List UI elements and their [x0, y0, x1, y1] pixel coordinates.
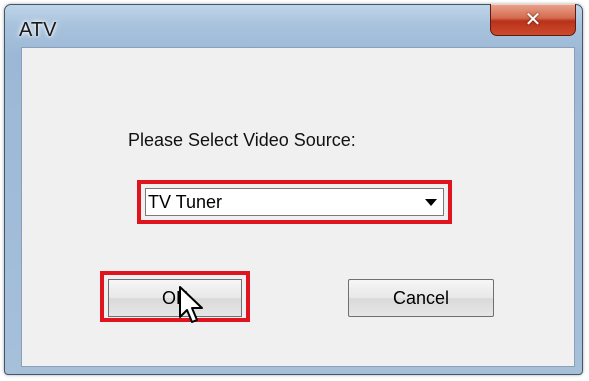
close-button[interactable]: ✕ — [490, 4, 576, 36]
close-icon: ✕ — [524, 7, 542, 31]
title-bar[interactable]: ATV ✕ — [5, 4, 582, 45]
video-source-dropdown-button[interactable] — [418, 190, 442, 214]
mouse-pointer-icon — [179, 286, 203, 323]
ok-button-highlight: OK — [100, 271, 250, 322]
window-title: ATV — [19, 19, 57, 41]
ok-button[interactable]: OK — [108, 279, 242, 317]
dialog-window: ATV ✕ Please Select Video Source: TV Tun… — [4, 4, 583, 375]
video-source-prompt: Please Select Video Source: — [128, 130, 356, 150]
video-source-highlight: TV Tuner — [137, 180, 452, 224]
dialog-body: Please Select Video Source: TV Tuner OK … — [21, 47, 575, 367]
cancel-button[interactable]: Cancel — [348, 279, 494, 317]
video-source-select[interactable]: TV Tuner — [145, 188, 444, 216]
chevron-down-icon — [425, 199, 437, 206]
video-source-value: TV Tuner — [148, 192, 223, 212]
